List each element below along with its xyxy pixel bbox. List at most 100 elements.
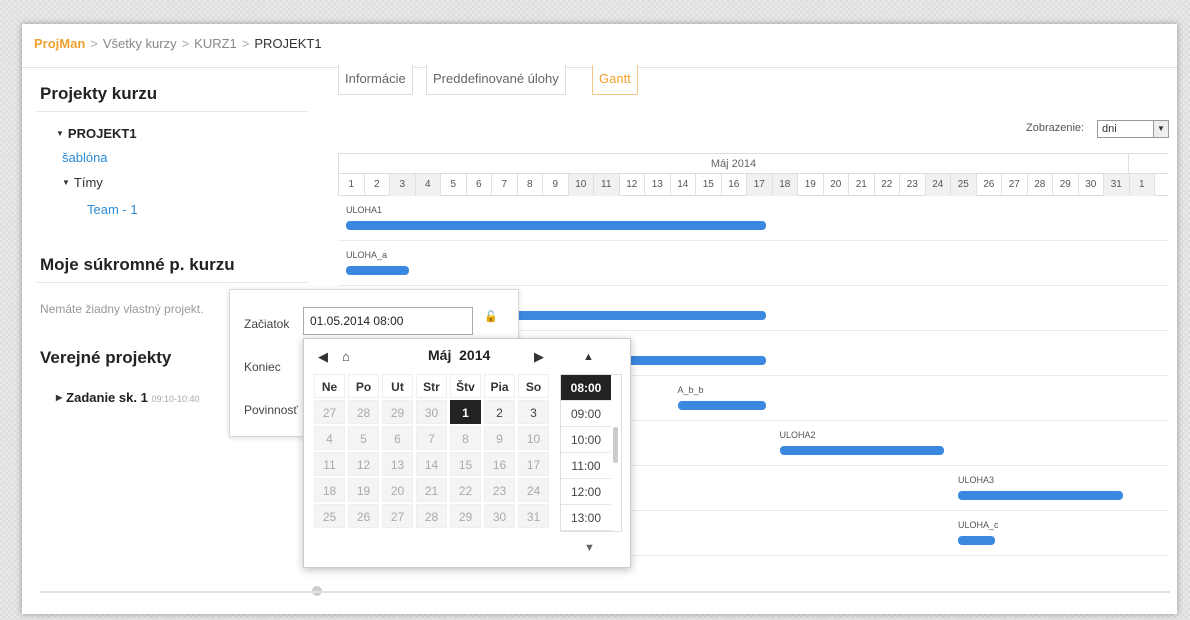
- gantt-day-cell: 7: [492, 174, 518, 196]
- gantt-day-cell: 18: [772, 174, 798, 196]
- gantt-task-label: ULOHA_c: [958, 520, 999, 530]
- caret-down-icon[interactable]: ▼: [56, 129, 64, 138]
- tab-info[interactable]: Informácie: [338, 65, 413, 95]
- horizontal-scrollbar[interactable]: [40, 591, 1170, 593]
- calendar-day[interactable]: 12: [348, 452, 379, 476]
- view-select[interactable]: dni ▼: [1097, 120, 1169, 138]
- breadcrumb-all-courses[interactable]: Všetky kurzy: [103, 36, 177, 51]
- gantt-task-bar[interactable]: [346, 266, 409, 275]
- calendar-day[interactable]: 2: [484, 400, 515, 424]
- gantt-task-bar[interactable]: [346, 221, 766, 230]
- calendar-day[interactable]: 20: [382, 478, 413, 502]
- calendar-day[interactable]: 26: [348, 504, 379, 528]
- picker-month[interactable]: Máj: [428, 347, 451, 363]
- gantt-task-bar[interactable]: [677, 401, 766, 410]
- tab-gantt[interactable]: Gantt: [592, 65, 638, 95]
- public-project-name: Zadanie sk. 1: [66, 390, 148, 405]
- public-project-item[interactable]: ▶ Zadanie sk. 1 09:10-10:40: [56, 390, 199, 405]
- time-option[interactable]: 12:00: [561, 479, 611, 505]
- calendar-day[interactable]: 19: [348, 478, 379, 502]
- divider: [36, 282, 308, 283]
- calendar-day[interactable]: 30: [484, 504, 515, 528]
- calendar-day[interactable]: 23: [484, 478, 515, 502]
- calendar-day[interactable]: 22: [450, 478, 481, 502]
- time-list-scrollbar[interactable]: [613, 427, 618, 463]
- project-tree-item[interactable]: ▼ PROJEKT1: [56, 126, 137, 141]
- gantt-task-row: ULOHA_a: [338, 241, 1168, 286]
- time-down-icon[interactable]: ▼: [584, 542, 595, 554]
- breadcrumb-course[interactable]: KURZ1: [194, 36, 237, 51]
- calendar-day[interactable]: 15: [450, 452, 481, 476]
- calendar-day[interactable]: 27: [382, 504, 413, 528]
- calendar-day[interactable]: 11: [314, 452, 345, 476]
- weekday-header: Po: [348, 374, 379, 398]
- calendar-day-selected[interactable]: 1: [450, 400, 481, 424]
- gantt-task-label: A_b_b: [677, 385, 704, 395]
- calendar-day[interactable]: 9: [484, 426, 515, 450]
- gantt-task-bar[interactable]: [958, 536, 995, 545]
- weekday-header: Ut: [382, 374, 413, 398]
- breadcrumb-project: PROJEKT1: [254, 36, 322, 51]
- calendar-day[interactable]: 3: [518, 400, 549, 424]
- breadcrumb-separator: >: [181, 36, 190, 51]
- time-option-selected[interactable]: 08:00: [561, 375, 611, 401]
- calendar-day[interactable]: 25: [314, 504, 345, 528]
- calendar-day[interactable]: 21: [416, 478, 447, 502]
- gantt-task-bar[interactable]: [958, 491, 1123, 500]
- calendar-day[interactable]: 16: [484, 452, 515, 476]
- tab-predefined-tasks[interactable]: Preddefinované úlohy: [426, 65, 566, 95]
- calendar-day[interactable]: 5: [348, 426, 379, 450]
- gantt-day-row: 1 2 3 4 5 6 7 8 9 10 11 12 13 14 15 16 17 18 19 20 21 22 23 24 2…: [338, 174, 1168, 196]
- gantt-task-bar[interactable]: [779, 446, 944, 455]
- gantt-day-cell: 2: [365, 174, 390, 196]
- caret-down-icon[interactable]: ▼: [62, 178, 70, 187]
- gantt-day-cell: 16: [722, 174, 747, 196]
- start-datetime-input[interactable]: 01.05.2014 08:00: [303, 307, 473, 335]
- template-link[interactable]: šablóna: [62, 150, 108, 165]
- home-icon[interactable]: ⌂: [342, 349, 350, 364]
- calendar-day[interactable]: 30: [416, 400, 447, 424]
- calendar-day[interactable]: 4: [314, 426, 345, 450]
- calendar-day[interactable]: 14: [416, 452, 447, 476]
- calendar-day[interactable]: 10: [518, 426, 549, 450]
- calendar-day[interactable]: 18: [314, 478, 345, 502]
- caret-right-icon[interactable]: ▶: [56, 393, 62, 402]
- weekday-header: So: [518, 374, 549, 398]
- calendar-day[interactable]: 29: [382, 400, 413, 424]
- time-option[interactable]: 09:00: [561, 401, 611, 427]
- end-label: Koniec: [244, 360, 281, 374]
- calendar-day[interactable]: 27: [314, 400, 345, 424]
- calendar-day[interactable]: 28: [348, 400, 379, 424]
- calendar-day[interactable]: 7: [416, 426, 447, 450]
- time-option[interactable]: 11:00: [561, 453, 611, 479]
- time-option[interactable]: 13:00: [561, 505, 611, 531]
- gantt-day-cell: 20: [824, 174, 849, 196]
- chevron-down-icon[interactable]: ▼: [1153, 121, 1168, 137]
- next-month-icon[interactable]: ▶: [534, 349, 544, 365]
- gantt-task-label: ULOHA_a: [346, 250, 388, 260]
- start-label: Začiatok: [244, 317, 290, 331]
- prev-month-icon[interactable]: ◀: [318, 349, 328, 365]
- calendar-day[interactable]: 8: [450, 426, 481, 450]
- brand-logo[interactable]: ProjMan: [34, 36, 85, 51]
- calendar-day[interactable]: 28: [416, 504, 447, 528]
- time-up-icon[interactable]: ▲: [583, 351, 594, 363]
- time-option[interactable]: 10:00: [561, 427, 611, 453]
- gantt-day-cell: 27: [1002, 174, 1028, 196]
- public-project-time: 09:10-10:40: [151, 394, 200, 404]
- lock-icon[interactable]: 🔓: [484, 310, 498, 323]
- calendar-day[interactable]: 6: [382, 426, 413, 450]
- gantt-day-cell: 1: [1129, 174, 1155, 196]
- calendar-day[interactable]: 13: [382, 452, 413, 476]
- calendar-day[interactable]: 31: [518, 504, 549, 528]
- teams-tree-item[interactable]: ▼ Tímy: [62, 175, 103, 190]
- team-link[interactable]: Team - 1: [87, 202, 138, 217]
- calendar-day[interactable]: 29: [450, 504, 481, 528]
- calendar-day[interactable]: 24: [518, 478, 549, 502]
- calendar-day[interactable]: 17: [518, 452, 549, 476]
- gantt-day-cell: 10: [568, 174, 594, 196]
- picker-year[interactable]: 2014: [459, 347, 490, 363]
- gantt-day-cell: 25: [951, 174, 977, 196]
- gantt-day-cell: 13: [645, 174, 671, 196]
- no-private-project-text: Nemáte žiadny vlastný projekt.: [40, 302, 204, 316]
